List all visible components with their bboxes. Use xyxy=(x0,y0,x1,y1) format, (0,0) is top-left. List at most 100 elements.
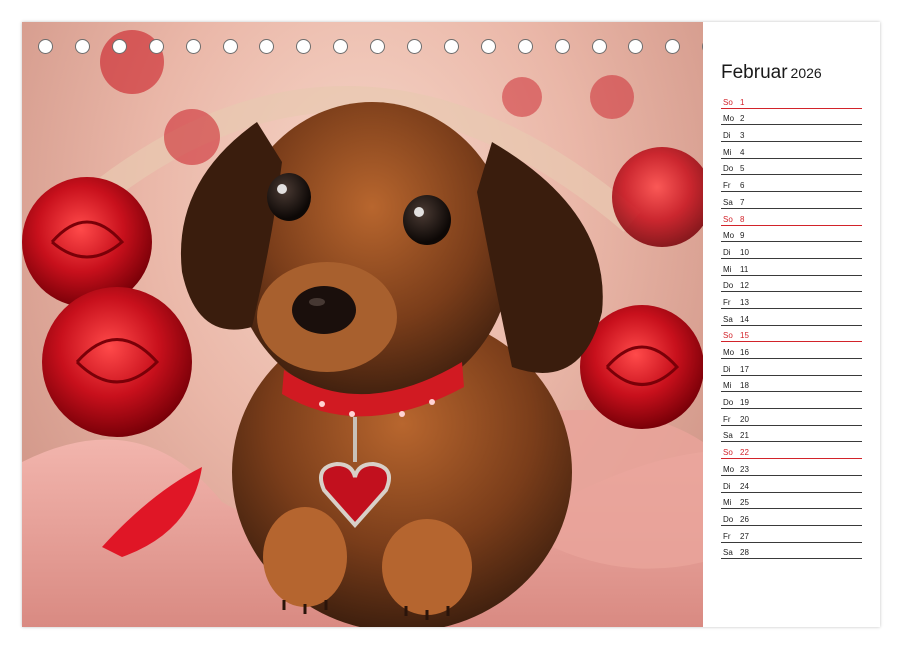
binding-hole xyxy=(111,39,127,54)
day-row: Mo 2 xyxy=(721,109,862,126)
dachshund-puppy-photo xyxy=(22,22,703,627)
weekday-label: Do xyxy=(723,514,734,524)
day-number: 15 xyxy=(740,331,749,341)
weekday-label: Sa xyxy=(723,548,733,558)
day-row: Sa 28 xyxy=(721,543,862,560)
calendar-column: Februar 2026 So 1 Mo 2 Di 3 Mi 4 Do 5 Fr 6 Sa 7 So 8 Mo 9 D… xyxy=(703,22,880,627)
day-number: 11 xyxy=(740,264,749,274)
binding-hole xyxy=(296,39,312,54)
day-row: Mi 25 xyxy=(721,493,862,510)
binding-hole xyxy=(443,39,459,54)
day-row: Di 10 xyxy=(721,242,862,259)
day-number: 12 xyxy=(740,281,749,291)
day-row: Mi 11 xyxy=(721,259,862,276)
weekday-label: Mo xyxy=(723,114,735,124)
weekday-label: Fr xyxy=(723,414,731,424)
day-number: 21 xyxy=(740,431,749,441)
day-number: 3 xyxy=(740,131,745,141)
day-row: So 22 xyxy=(721,442,862,460)
weekday-label: So xyxy=(723,214,733,224)
weekday-label: So xyxy=(723,331,733,341)
weekday-label: Di xyxy=(723,364,731,374)
day-number: 8 xyxy=(740,214,745,224)
binding-hole xyxy=(148,39,164,54)
day-number: 6 xyxy=(740,181,745,191)
day-list: So 1 Mo 2 Di 3 Mi 4 Do 5 Fr 6 Sa 7 So 8 Mo 9 Di 10 Mi 11 Do 12 F… xyxy=(721,92,862,560)
day-row: Mo 23 xyxy=(721,459,862,476)
day-row: So 8 xyxy=(721,209,862,226)
day-number: 7 xyxy=(740,197,745,207)
weekday-label: Fr xyxy=(723,531,731,541)
binding-hole xyxy=(517,39,533,54)
day-row: Sa 14 xyxy=(721,309,862,326)
day-number: 25 xyxy=(740,498,749,508)
day-number: 17 xyxy=(740,364,749,374)
binding-hole xyxy=(554,39,570,54)
day-row: Do 12 xyxy=(721,276,862,293)
weekday-label: Di xyxy=(723,131,731,141)
day-row: Do 5 xyxy=(721,159,862,176)
day-number: 14 xyxy=(740,314,749,324)
day-row: So 15 xyxy=(721,326,862,343)
day-row: Fr 6 xyxy=(721,175,862,193)
binding-hole xyxy=(222,39,238,54)
binding-hole xyxy=(74,39,90,54)
day-row: Mi 4 xyxy=(721,142,862,159)
day-number: 24 xyxy=(740,481,749,491)
day-number: 16 xyxy=(740,348,749,357)
day-number: 4 xyxy=(740,147,745,157)
day-row: Fr 27 xyxy=(721,526,862,543)
weekday-label: Mi xyxy=(723,264,732,274)
binding-hole xyxy=(259,39,275,54)
binding-hole xyxy=(480,39,496,54)
weekday-label: Mi xyxy=(723,498,732,508)
day-number: 20 xyxy=(740,414,749,424)
weekday-label: Mo xyxy=(723,348,735,357)
weekday-label: Mo xyxy=(723,464,735,474)
day-number: 13 xyxy=(740,297,749,307)
weekday-label: Fr xyxy=(723,297,731,307)
day-row: Mo 16 xyxy=(721,342,862,359)
binding-hole xyxy=(185,39,201,54)
day-row: Di 3 xyxy=(721,125,862,143)
day-row: Mi 18 xyxy=(721,376,862,393)
day-number: 26 xyxy=(740,514,749,524)
month-title: Februar 2026 xyxy=(721,62,822,84)
weekday-label: Sa xyxy=(723,431,733,441)
weekday-label: Mi xyxy=(723,147,732,157)
day-number: 23 xyxy=(740,464,749,474)
weekday-label: So xyxy=(723,448,733,458)
binding-hole xyxy=(370,39,386,54)
day-row: Di 17 xyxy=(721,359,862,376)
calendar-page: Februar 2026 So 1 Mo 2 Di 3 Mi 4 Do 5 Fr 6 Sa 7 So 8 Mo 9 D… xyxy=(22,22,880,627)
weekday-label: Sa xyxy=(723,314,733,324)
weekday-label: Do xyxy=(723,281,734,291)
day-number: 19 xyxy=(740,398,749,408)
day-row: Sa 7 xyxy=(721,192,862,209)
month-name: Februar xyxy=(721,62,788,83)
binding-hole xyxy=(407,39,422,54)
weekday-label: Do xyxy=(723,164,734,174)
binding-hole xyxy=(591,39,607,54)
day-number: 10 xyxy=(740,247,749,257)
binding-hole xyxy=(628,39,644,54)
day-number: 2 xyxy=(740,114,745,124)
weekday-label: So xyxy=(723,97,733,107)
weekday-label: Do xyxy=(723,398,734,408)
day-row: Mo 9 xyxy=(721,226,862,243)
day-number: 22 xyxy=(740,448,749,458)
binding-hole xyxy=(38,39,53,54)
day-row: Fr 20 xyxy=(721,409,862,426)
day-row: Di 24 xyxy=(721,476,862,493)
day-number: 27 xyxy=(740,531,749,541)
day-number: 28 xyxy=(740,548,749,558)
day-number: 5 xyxy=(740,164,745,174)
day-row: Fr 13 xyxy=(721,292,862,309)
day-row: Do 19 xyxy=(721,392,862,410)
day-row: Sa 21 xyxy=(721,426,862,443)
binding-hole xyxy=(665,39,681,54)
weekday-label: Mi xyxy=(723,381,732,391)
weekday-label: Di xyxy=(723,247,731,257)
day-number: 1 xyxy=(740,97,745,107)
day-row: Do 26 xyxy=(721,509,862,526)
